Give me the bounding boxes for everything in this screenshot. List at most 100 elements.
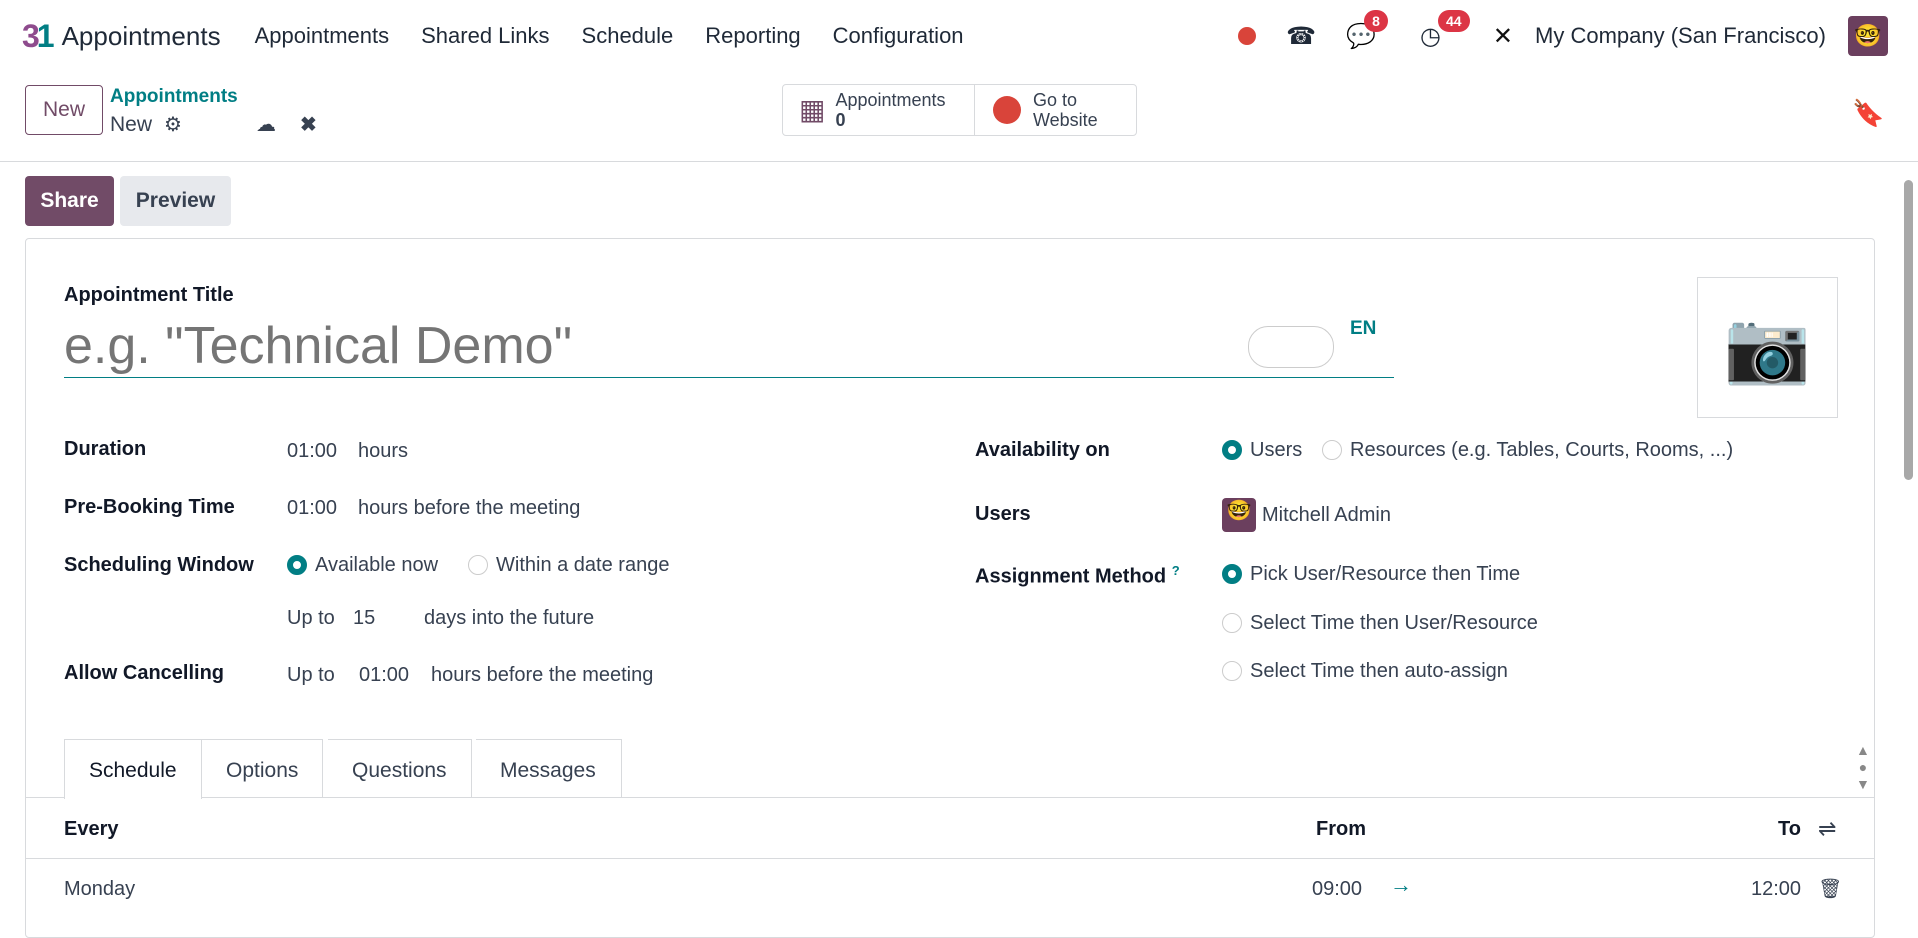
clock-icon: ◷ <box>1419 22 1441 50</box>
radio-unchecked-icon <box>1222 613 1242 633</box>
prebooking-unit: hours before the meeting <box>358 497 581 519</box>
title-label: Appointment Title <box>64 284 234 306</box>
top-navbar: 31 Appointments Appointments Shared Link… <box>0 0 1918 72</box>
discard-icon[interactable]: ✖ <box>300 112 317 137</box>
radio-date-range[interactable]: Within a date range <box>468 554 669 577</box>
share-button[interactable]: Share <box>25 176 114 226</box>
messages-badge: 8 <box>1364 9 1388 32</box>
allow-cancelling-label: Allow Cancelling <box>64 662 225 684</box>
preview-button[interactable]: Preview <box>120 176 231 226</box>
recording-dot-icon[interactable] <box>1238 27 1257 45</box>
help-tooltip-icon[interactable]: ? <box>1172 563 1180 578</box>
tab-messages[interactable]: Messages <box>476 739 622 797</box>
column-settings-icon[interactable]: ⇌ <box>1818 816 1836 842</box>
new-button[interactable]: New <box>25 85 103 135</box>
radio-assign-option[interactable]: Select Time then auto-assign <box>1222 660 1508 683</box>
radio-resources[interactable]: Resources (e.g. Tables, Courts, Rooms, .… <box>1322 439 1733 462</box>
grammarly-icon[interactable] <box>1248 326 1334 368</box>
radio-assign-option[interactable]: Select Time then User/Resource <box>1222 612 1538 635</box>
radio-label: Users <box>1250 439 1303 461</box>
upto-text: Up to <box>287 607 335 629</box>
column-from[interactable]: From <box>1316 818 1366 841</box>
trash-icon[interactable]: 🗑 <box>1818 877 1842 901</box>
assignment-label-text: Assignment Method <box>975 565 1167 588</box>
assignment-method-label: Assignment Method ? <box>975 563 1180 589</box>
control-panel: New Appointments New ⚙ ☁ ✖ ▦ Appointment… <box>0 72 1918 162</box>
days-input[interactable]: 15 <box>353 607 375 630</box>
menu-shared-links[interactable]: Shared Links <box>421 23 549 49</box>
calendar-icon: ▦ <box>799 94 826 125</box>
stat-label: Appointments <box>835 90 946 110</box>
scroll-indicator-icon[interactable]: ▲ ● ▼ <box>1856 742 1870 793</box>
tools-icon[interactable]: ✕ <box>1493 22 1513 51</box>
user-avatar[interactable]: 🤓 <box>1848 16 1888 56</box>
appointments-stat-button[interactable]: ▦ Appointments 0 <box>782 84 975 136</box>
tab-options[interactable]: Options <box>202 739 324 797</box>
user-name: Mitchell Admin <box>1262 503 1391 526</box>
tabs-divider <box>26 797 1874 798</box>
menu-configuration[interactable]: Configuration <box>833 23 964 49</box>
menu-appointments[interactable]: Appointments <box>255 23 390 49</box>
tab-schedule[interactable]: Schedule <box>64 739 202 799</box>
duration-label: Duration <box>64 438 147 460</box>
bookmark-icon[interactable]: 🔖 <box>1852 98 1884 129</box>
radio-checked-icon <box>287 555 307 575</box>
row-day[interactable]: Monday <box>64 878 135 901</box>
globe-icon <box>993 96 1021 124</box>
duration-input[interactable]: 01:00 <box>287 440 337 463</box>
prebooking-label: Pre-Booking Time <box>64 496 235 518</box>
users-label: Users <box>975 503 1031 525</box>
app-name: Appointments <box>61 20 221 51</box>
radio-checked-icon <box>1222 564 1242 584</box>
days-unit: days into the future <box>424 607 595 629</box>
phone-icon[interactable]: ☎ <box>1286 22 1316 51</box>
go-to-website-label: Go to Website <box>1033 90 1098 130</box>
language-toggle[interactable]: EN <box>1350 318 1376 340</box>
row-from[interactable]: 09:00 <box>1312 878 1362 901</box>
arrow-right-icon: → <box>1390 872 1412 897</box>
activities-button[interactable]: ◷ 44 <box>1419 9 1470 51</box>
save-cloud-icon[interactable]: ☁ <box>256 112 276 137</box>
radio-label: Select Time then User/Resource <box>1250 612 1538 634</box>
radio-unchecked-icon <box>1222 661 1242 681</box>
radio-label: Resources (e.g. Tables, Courts, Rooms, .… <box>1350 439 1734 461</box>
radio-checked-icon <box>1222 440 1242 460</box>
cancel-input[interactable]: 01:00 <box>359 664 409 687</box>
tab-questions[interactable]: Questions <box>328 739 472 797</box>
cancel-upto-text: Up to <box>287 664 335 686</box>
breadcrumb-parent[interactable]: Appointments <box>110 86 238 108</box>
title-input[interactable] <box>64 314 1394 378</box>
breadcrumb-current: New <box>110 113 153 136</box>
radio-users[interactable]: Users <box>1222 439 1302 462</box>
table-header-divider <box>26 858 1874 859</box>
radio-available-now[interactable]: Available now <box>287 554 438 577</box>
row-to[interactable]: 12:00 <box>1751 878 1801 901</box>
radio-label: Pick User/Resource then Time <box>1250 563 1521 585</box>
radio-label: Available now <box>315 554 439 576</box>
duration-unit: hours <box>358 440 409 462</box>
camera-plus-icon[interactable]: 📷 <box>1697 277 1838 418</box>
radio-unchecked-icon <box>468 555 488 575</box>
column-to[interactable]: To <box>1778 818 1801 841</box>
availability-label: Availability on <box>975 439 1110 461</box>
column-every[interactable]: Every <box>64 818 119 841</box>
company-switcher[interactable]: My Company (San Francisco) <box>1535 23 1826 49</box>
radio-assign-option[interactable]: Pick User/Resource then Time <box>1222 563 1520 586</box>
messages-button[interactable]: 💬 8 <box>1346 9 1388 51</box>
stat-text: Appointments 0 <box>835 90 945 130</box>
radio-label: Select Time then auto-assign <box>1250 660 1508 682</box>
radio-unchecked-icon <box>1322 440 1342 460</box>
prebooking-input[interactable]: 01:00 <box>287 497 337 520</box>
menu-reporting[interactable]: Reporting <box>705 23 800 49</box>
scrollbar-thumb[interactable] <box>1904 180 1913 480</box>
user-tag[interactable]: 🤓 Mitchell Admin <box>1222 498 1391 532</box>
go-to-website-button[interactable]: Go to Website <box>974 84 1137 136</box>
scheduling-window-label: Scheduling Window <box>64 554 254 576</box>
app-brand[interactable]: 31 Appointments <box>22 18 221 55</box>
radio-label: Within a date range <box>496 554 670 576</box>
menu-schedule[interactable]: Schedule <box>582 23 674 49</box>
appointments-logo-icon: 31 <box>22 17 55 54</box>
gear-icon[interactable]: ⚙ <box>164 112 182 137</box>
activities-badge: 44 <box>1437 9 1470 32</box>
cancel-unit: hours before the meeting <box>431 664 654 686</box>
